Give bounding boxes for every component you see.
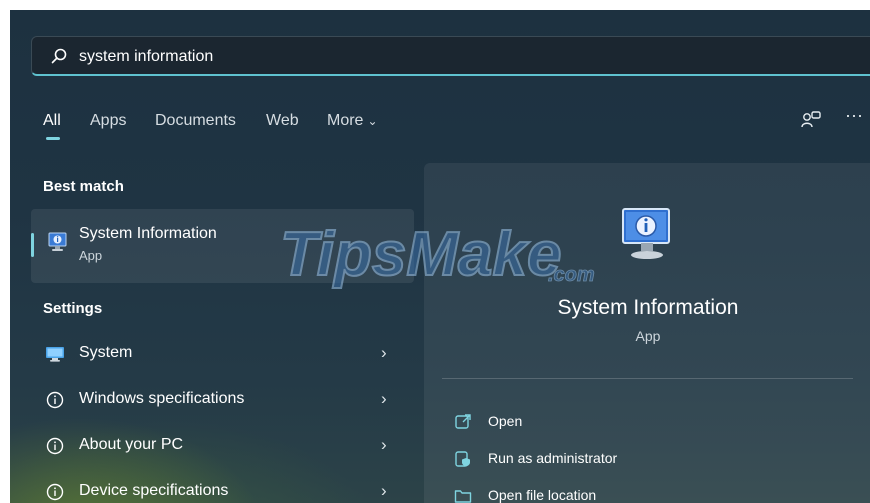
best-match-name: System Information: [79, 225, 217, 242]
shield-admin-icon: [455, 451, 470, 467]
tipsmake-watermark: TipsMake .com: [280, 219, 595, 290]
system-information-app-icon: [48, 232, 67, 251]
action-open-file-location[interactable]: Open file location: [454, 482, 834, 503]
detail-subtitle: App: [635, 328, 661, 344]
settings-item-label: Device specifications: [79, 482, 229, 499]
selection-indicator: [31, 233, 34, 257]
settings-item-system[interactable]: System ›: [31, 334, 414, 374]
settings-item-windows-specifications[interactable]: Windows specifications ›: [31, 380, 414, 420]
chevron-right-icon: ›: [381, 435, 387, 454]
info-circle-icon: [46, 437, 64, 455]
detail-divider: [442, 378, 853, 379]
action-open[interactable]: Open: [454, 408, 834, 436]
tab-more-label: More: [327, 112, 364, 129]
more-options-icon[interactable]: ···: [845, 105, 863, 126]
settings-item-about-your-pc[interactable]: About your PC ›: [31, 426, 414, 466]
settings-item-label: System: [79, 344, 133, 361]
watermark-text: TipsMake: [280, 220, 561, 289]
settings-heading: Settings: [43, 300, 103, 317]
chevron-down-icon: ⌄: [367, 114, 378, 128]
active-tab-indicator: [46, 137, 60, 140]
settings-item-label: About your PC: [79, 436, 184, 453]
search-box[interactable]: system information: [31, 36, 870, 76]
action-open-file-location-label: Open file location: [488, 487, 597, 503]
chevron-right-icon: ›: [381, 343, 387, 362]
tab-all[interactable]: All: [43, 112, 61, 130]
tab-web[interactable]: Web: [266, 112, 299, 130]
monitor-icon: [46, 347, 64, 362]
action-run-as-administrator-label: Run as administrator: [488, 450, 618, 466]
settings-item-device-specifications[interactable]: Device specifications ›: [31, 472, 414, 503]
start-menu-search: system information All Apps Documents We…: [10, 10, 870, 503]
action-open-label: Open: [488, 413, 523, 429]
chevron-right-icon: ›: [381, 389, 387, 408]
action-run-as-administrator[interactable]: Run as administrator: [454, 445, 834, 473]
best-match-heading: Best match: [43, 178, 124, 195]
folder-icon: [454, 490, 472, 503]
open-external-icon: [455, 414, 471, 429]
search-icon: [51, 48, 67, 64]
chevron-right-icon: ›: [381, 481, 387, 500]
info-circle-icon: [46, 483, 64, 501]
watermark-suffix: .com: [548, 264, 595, 286]
tab-more[interactable]: More ⌄: [327, 112, 378, 130]
account-switch-icon[interactable]: [801, 110, 823, 130]
settings-item-label: Windows specifications: [79, 390, 245, 407]
search-input[interactable]: system information: [79, 48, 213, 66]
system-information-large-icon: [622, 208, 670, 259]
best-match-type: App: [79, 248, 103, 263]
detail-panel: System Information App Open Run as admin…: [424, 163, 870, 503]
info-circle-icon: [46, 391, 64, 409]
tab-apps[interactable]: Apps: [90, 112, 126, 130]
tab-documents[interactable]: Documents: [155, 112, 236, 130]
